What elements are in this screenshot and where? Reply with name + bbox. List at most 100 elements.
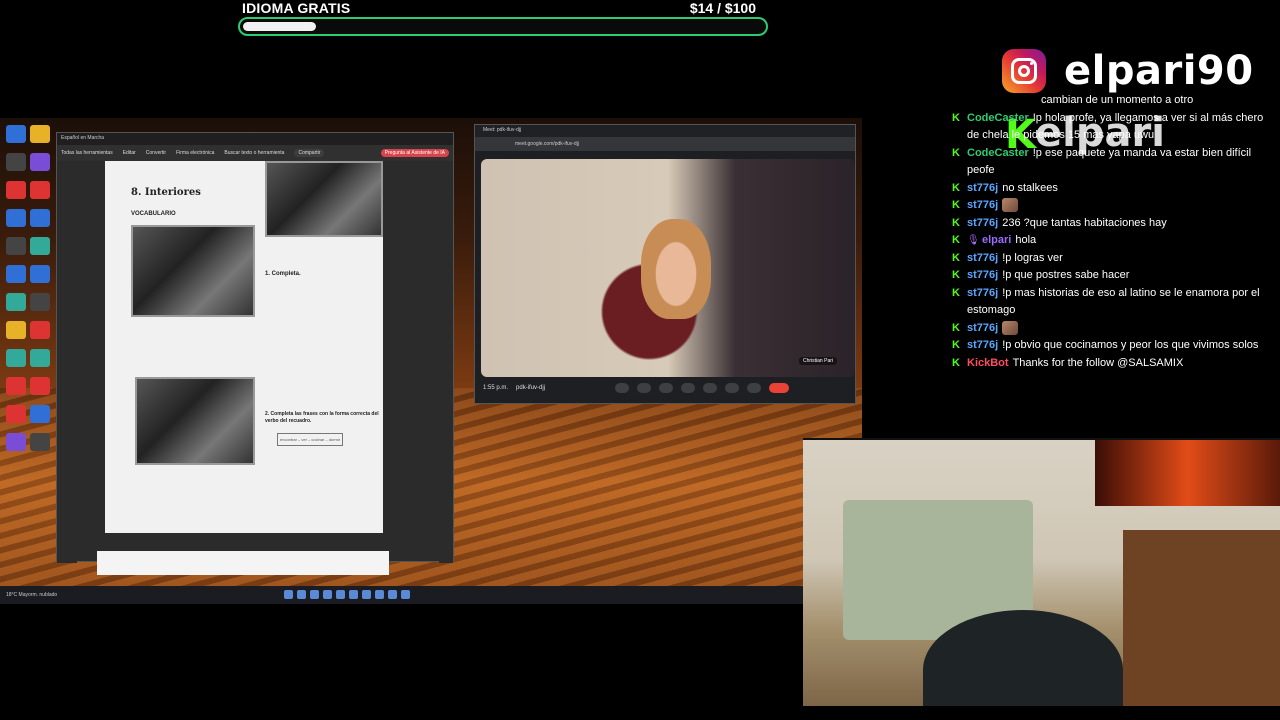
- desktop-icon[interactable]: [30, 377, 50, 395]
- present-button[interactable]: [703, 383, 718, 393]
- pdf-toolbar-item[interactable]: Todas las herramientas: [61, 150, 113, 156]
- desktop-icon[interactable]: [30, 405, 50, 423]
- desktop-icon[interactable]: [6, 377, 26, 395]
- taskbar-app-icon[interactable]: [362, 590, 371, 599]
- tv-fireplace: [1095, 440, 1280, 506]
- pdf-toolbar-item[interactable]: Buscar texto o herramienta: [224, 150, 284, 156]
- meet-tab[interactable]: Meet: pdk-ifuv-djj: [475, 125, 855, 137]
- desktop-icon[interactable]: [30, 237, 50, 255]
- chat-message: K 🎙 elpari hola: [950, 232, 1275, 250]
- chat-username[interactable]: st776j: [967, 287, 998, 299]
- donation-goal: IDIOMA GRATIS $14 / $100: [238, 0, 768, 38]
- desktop-icon[interactable]: [6, 349, 26, 367]
- desktop-icon[interactable]: [6, 237, 26, 255]
- mic-button[interactable]: [615, 383, 630, 393]
- chat-username[interactable]: st776j: [967, 182, 998, 194]
- pdf-toolbar-item[interactable]: Editar: [123, 150, 136, 156]
- pdf-tab-bar: Español en Marcha: [57, 133, 453, 145]
- desktop-icon[interactable]: [30, 125, 50, 143]
- share-button[interactable]: Compartir: [294, 149, 325, 157]
- chat-username[interactable]: st776j: [967, 217, 998, 229]
- hang-up-button[interactable]: [769, 383, 790, 393]
- search-input[interactable]: [297, 590, 306, 599]
- chat-username[interactable]: CodeCaster: [967, 112, 1029, 124]
- taskbar-app-icon[interactable]: [388, 590, 397, 599]
- desktop-icon[interactable]: [30, 293, 50, 311]
- kick-badge-icon: K: [952, 251, 960, 264]
- taskbar-app-icon[interactable]: [310, 590, 319, 599]
- desktop-icon[interactable]: [6, 433, 26, 451]
- chat-username[interactable]: elpari: [982, 234, 1011, 246]
- ai-assistant-button[interactable]: Pregunta al Asistente de IA: [380, 149, 449, 157]
- taskbar-apps: [284, 590, 410, 599]
- chat-username[interactable]: st776j: [967, 322, 998, 334]
- desktop-icon[interactable]: [6, 265, 26, 283]
- pdf-reader-window: Español en Marcha Todas las herramientas…: [56, 132, 454, 575]
- desktop-icon[interactable]: [30, 265, 50, 283]
- participant-video: Christian Pari: [481, 159, 855, 377]
- start-icon[interactable]: [284, 590, 293, 599]
- more-options-button[interactable]: [747, 383, 762, 393]
- chat-emote-icon: [1002, 198, 1019, 213]
- taskbar-app-icon[interactable]: [323, 590, 332, 599]
- desktop-icon[interactable]: [30, 349, 50, 367]
- taskbar-app-icon[interactable]: [401, 590, 410, 599]
- chat-message: K KickBot Thanks for the follow @SALSAMIX: [950, 355, 1275, 373]
- chat-panel: cambian de un momento a otro K CodeCaster!…: [950, 92, 1275, 372]
- meet-code: pdk-ifuv-djj: [516, 385, 546, 391]
- chat-message: K CodeCaster !p ese paquete ya manda va es…: [950, 145, 1275, 180]
- kick-badge-icon: K: [952, 199, 960, 211]
- desktop-icon[interactable]: [30, 209, 50, 227]
- desktop-icon[interactable]: [6, 153, 26, 171]
- kick-badge-icon: K: [952, 339, 960, 351]
- chat-username[interactable]: st776j: [967, 252, 998, 264]
- desktop-icon[interactable]: [6, 321, 26, 339]
- desktop-icon[interactable]: [30, 181, 50, 199]
- chat-username[interactable]: KickBot: [967, 357, 1009, 369]
- chat-text: !p logras ver: [1002, 251, 1063, 264]
- taskbar-app-icon[interactable]: [336, 590, 345, 599]
- camera-button[interactable]: [637, 383, 652, 393]
- windows-taskbar: 18°C Mayorm. nublado: [0, 586, 862, 604]
- kick-badge-icon: K: [952, 181, 960, 194]
- bathroom-photo: [265, 161, 383, 237]
- pdf-toolbar-item[interactable]: Convertir: [146, 150, 166, 156]
- chat-username[interactable]: st776j: [967, 269, 998, 281]
- desktop-icon[interactable]: [6, 125, 26, 143]
- kick-badge-icon: K: [952, 111, 960, 124]
- raise-hand-button[interactable]: [725, 383, 740, 393]
- pdf-tab[interactable]: Español en Marcha: [61, 135, 104, 143]
- taskbar-app-icon[interactable]: [349, 590, 358, 599]
- desktop-icon[interactable]: [6, 405, 26, 423]
- captions-button[interactable]: [659, 383, 674, 393]
- chat-username[interactable]: CodeCaster: [967, 147, 1029, 159]
- goal-progress-fill: [243, 22, 316, 31]
- emoji-button[interactable]: [681, 383, 696, 393]
- taskbar-app-icon[interactable]: [375, 590, 384, 599]
- chat-message: Kst776j !p mas historias de eso al latino…: [950, 285, 1275, 320]
- desktop-icon[interactable]: [6, 293, 26, 311]
- desktop-icon[interactable]: [30, 433, 50, 451]
- weather-widget[interactable]: 18°C Mayorm. nublado: [6, 592, 57, 598]
- chat-text: !p mas historias de eso al latino se le …: [967, 286, 1260, 317]
- pdf-toolbar: Todas las herramientas Editar Convertir Fir…: [57, 145, 453, 161]
- desktop-icon[interactable]: [30, 321, 50, 339]
- participant-name: Christian Pari: [798, 357, 837, 365]
- chat-message: Kst776j: [950, 320, 1275, 338]
- chat-username[interactable]: st776j: [967, 339, 998, 351]
- desktop-icon[interactable]: [6, 181, 26, 199]
- meet-url-bar[interactable]: meet.google.com/pdk-ifuv-djj: [475, 137, 855, 151]
- chat-username[interactable]: st776j: [967, 199, 998, 211]
- meet-controls-bar: 1:55 p.m. pdk-ifuv-djj: [481, 379, 853, 397]
- pdf-page: 8. Interiores VOCABULARIO 1. Completa. 2…: [105, 161, 383, 533]
- desktop-icon[interactable]: [30, 153, 50, 171]
- kick-badge-icon: K: [952, 321, 960, 334]
- desk: [1123, 530, 1280, 706]
- meet-window: Meet: pdk-ifuv-djj meet.google.com/pdk-i…: [474, 124, 856, 404]
- living-room-photo: [135, 377, 255, 465]
- desktop-icon[interactable]: [6, 209, 26, 227]
- pdf-toolbar-item[interactable]: Firma electrónica: [176, 150, 214, 156]
- goal-amount: $14 / $100: [690, 0, 756, 16]
- pdf-next-page: [97, 551, 389, 575]
- meet-time: 1:55 p.m.: [483, 385, 509, 391]
